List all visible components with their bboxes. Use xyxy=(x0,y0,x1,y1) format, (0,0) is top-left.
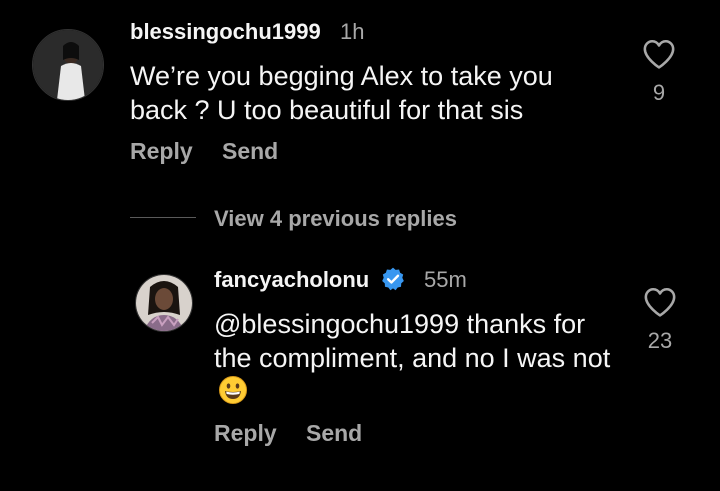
replies-divider xyxy=(130,217,196,218)
view-previous-replies-button[interactable]: View 4 previous replies xyxy=(214,206,457,232)
like-count: 9 xyxy=(652,80,666,105)
reply-username[interactable]: fancyacholonu xyxy=(214,267,369,293)
reply-avatar-photo xyxy=(136,275,192,331)
comment-text: We’re you begging Alex to take you back … xyxy=(130,61,553,125)
reply-like-heart-icon[interactable] xyxy=(643,286,677,318)
reply-text-body: @blessingochu1999 thanks for the complim… xyxy=(214,309,611,373)
comment-username[interactable]: blessingochu1999 xyxy=(130,19,321,45)
avatar-photo xyxy=(33,30,103,100)
grinning-face-emoji-icon xyxy=(218,375,248,413)
reply-button[interactable]: Reply xyxy=(130,138,193,165)
reply-avatar[interactable] xyxy=(135,274,193,332)
reply-like-count: 23 xyxy=(647,328,673,353)
reply-reply-button[interactable]: Reply xyxy=(214,420,277,447)
reply-timestamp: 55m xyxy=(424,267,467,292)
comment-timestamp: 1h xyxy=(340,19,365,44)
reply-send-button[interactable]: Send xyxy=(306,420,362,447)
verified-badge-icon xyxy=(380,266,406,292)
send-button[interactable]: Send xyxy=(222,138,278,165)
avatar[interactable] xyxy=(32,29,104,101)
like-heart-icon[interactable] xyxy=(642,38,676,70)
reply-text: @blessingochu1999 thanks for the complim… xyxy=(214,307,624,413)
